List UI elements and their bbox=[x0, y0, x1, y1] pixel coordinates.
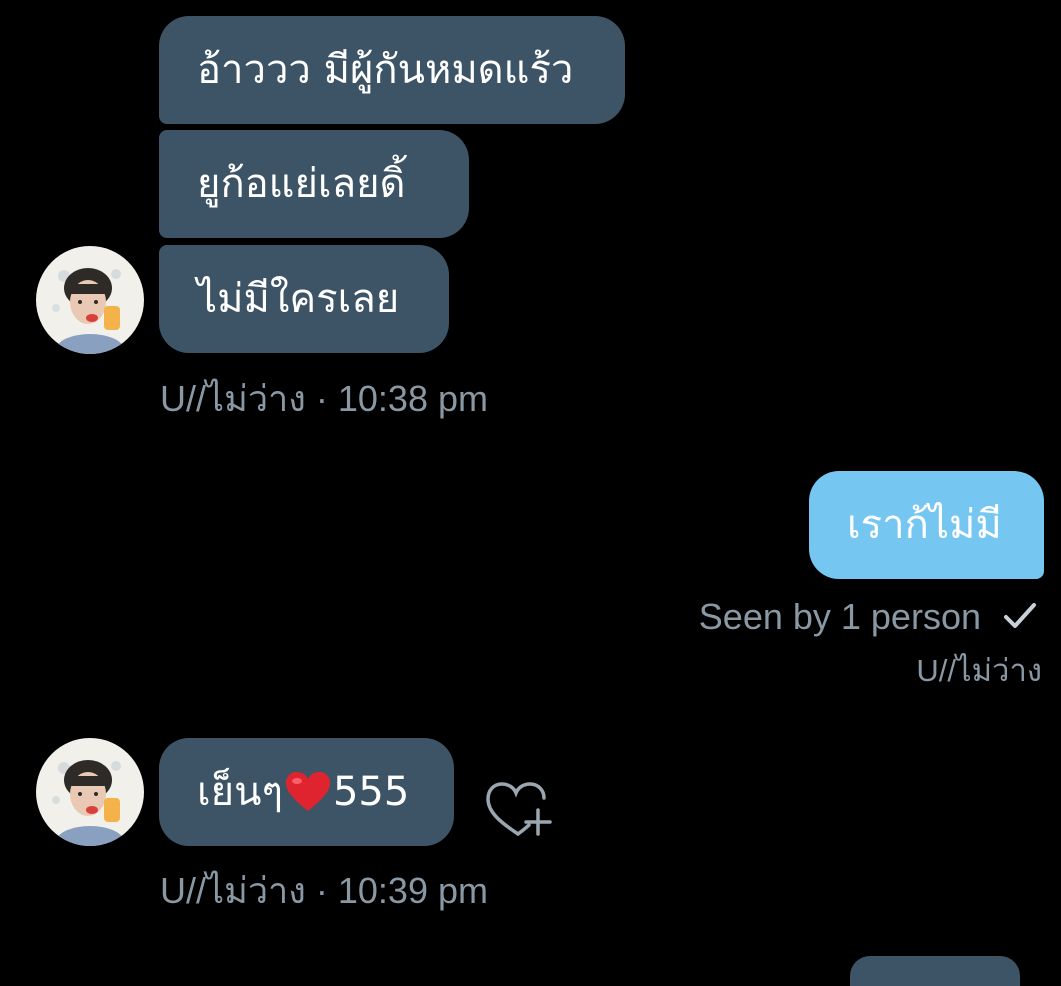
incoming-message-bubble[interactable]: เย็นๆ 555 bbox=[159, 738, 454, 846]
red-heart-emoji-icon bbox=[285, 772, 330, 811]
seen-by-user: U//ไม่ว่าง bbox=[916, 653, 1042, 688]
sender-avatar[interactable] bbox=[36, 246, 144, 354]
message-text: อ้าววว มีผู้กันหมดแร้ว bbox=[197, 47, 574, 93]
add-reaction-heart-icon bbox=[486, 782, 552, 836]
sender-avatar[interactable] bbox=[36, 738, 144, 846]
seen-status: Seen by 1 person bbox=[699, 596, 1037, 638]
sender-name: U//ไม่ว่าง bbox=[160, 870, 306, 911]
message-text-prefix: เย็นๆ bbox=[197, 769, 283, 815]
outgoing-message-bubble[interactable]: เราก้ไม่มี bbox=[809, 471, 1044, 579]
incoming-message-bubble[interactable]: อ้าววว มีผู้กันหมดแร้ว bbox=[159, 16, 625, 124]
next-message-bubble-peek bbox=[850, 956, 1020, 986]
checkmark-icon bbox=[1004, 603, 1036, 628]
meta-separator: · bbox=[315, 870, 328, 911]
message-text: ยูก้อแย่เลยดิ้ bbox=[197, 161, 406, 207]
seen-text: Seen by 1 person bbox=[698, 596, 981, 637]
message-text: เราก้ไม่มี bbox=[847, 502, 1002, 548]
message-text: ไม่มีใครเลย bbox=[197, 276, 400, 322]
incoming-message-bubble[interactable]: ไม่มีใครเลย bbox=[159, 245, 449, 353]
message-meta: U//ไม่ว่าง · 10:39 pm bbox=[160, 862, 488, 919]
sender-name: U//ไม่ว่าง bbox=[160, 378, 306, 419]
incoming-message-bubble[interactable]: ยูก้อแย่เลยดิ้ bbox=[159, 130, 469, 238]
avatar-photo-icon bbox=[36, 246, 144, 354]
meta-separator: · bbox=[315, 378, 328, 419]
add-reaction-button[interactable] bbox=[482, 776, 554, 848]
message-time: 10:38 pm bbox=[337, 378, 488, 419]
seen-by-name: U//ไม่ว่าง bbox=[916, 645, 1042, 695]
message-meta: U//ไม่ว่าง · 10:38 pm bbox=[160, 370, 488, 427]
avatar-photo-icon bbox=[36, 738, 144, 846]
message-time: 10:39 pm bbox=[337, 870, 488, 911]
message-text-suffix: 555 bbox=[332, 769, 410, 815]
